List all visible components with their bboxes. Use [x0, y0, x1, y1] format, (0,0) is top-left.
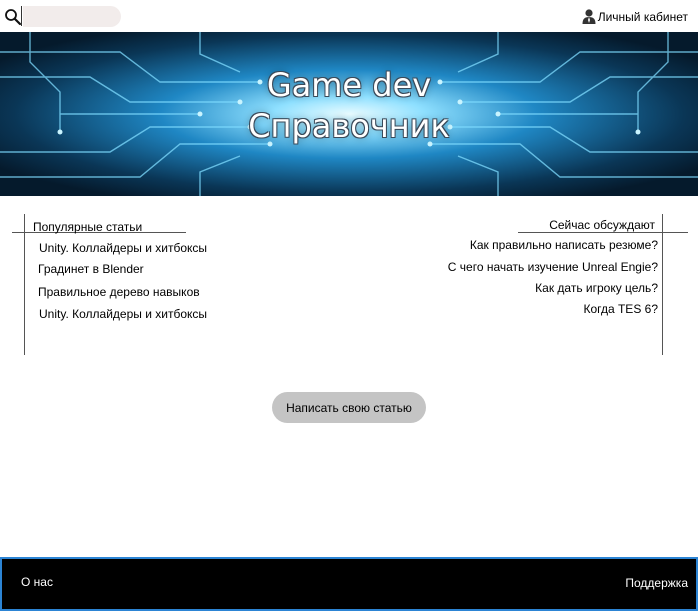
- popular-item[interactable]: Unity. Коллайдеры и хитбоксы: [39, 307, 207, 321]
- discussion-divider-horizontal: [518, 232, 688, 233]
- user-icon: [582, 9, 596, 24]
- discussion-title: Сейчас обсуждают: [549, 218, 655, 232]
- write-article-button[interactable]: Написать свою статью: [272, 392, 426, 423]
- footer: О нас Поддержка: [0, 557, 698, 611]
- popular-item[interactable]: Правильное дерево навыков: [38, 285, 200, 299]
- popular-divider-vertical: [24, 214, 25, 355]
- hero-title-line2: Справочник: [248, 107, 450, 145]
- hero-banner: Game dev Справочник: [0, 32, 698, 196]
- popular-item[interactable]: Градинет в Blender: [38, 262, 144, 276]
- top-bar: Личный кабинет: [0, 0, 698, 32]
- account-label: Личный кабинет: [597, 9, 688, 24]
- hero-title-line1: Game dev: [266, 66, 432, 104]
- discussion-item[interactable]: Как дать игроку цель?: [535, 281, 658, 295]
- search-input[interactable]: [23, 6, 121, 27]
- discussion-item[interactable]: Как правильно написать резюме?: [470, 238, 658, 252]
- footer-about-link[interactable]: О нас: [21, 575, 53, 589]
- footer-support-link[interactable]: Поддержка: [625, 576, 688, 590]
- search-divider: [21, 6, 22, 26]
- search-icon[interactable]: [4, 8, 22, 26]
- discussion-item[interactable]: С чего начать изучение Unreal Engie?: [448, 260, 658, 274]
- popular-item[interactable]: Unity. Коллайдеры и хитбоксы: [39, 241, 207, 255]
- discussion-item[interactable]: Когда TES 6?: [583, 302, 658, 316]
- popular-title: Популярные статьи: [33, 220, 143, 234]
- discussion-divider-vertical: [662, 214, 663, 355]
- account-link[interactable]: Личный кабинет: [582, 9, 688, 24]
